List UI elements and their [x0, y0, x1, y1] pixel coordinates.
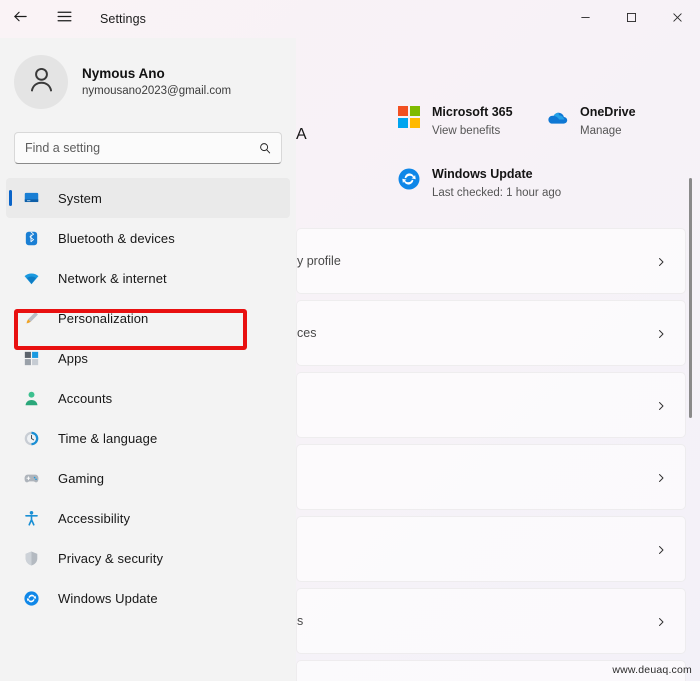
tile-windows-update[interactable]: Windows Update Last checked: 1 hour ago: [396, 166, 561, 201]
sidebar-item-label: System: [58, 190, 102, 206]
accounts-person-icon: [20, 387, 42, 409]
settings-card[interactable]: [296, 372, 686, 438]
card-text-fragment: s: [297, 614, 304, 628]
maximize-icon: [626, 10, 637, 28]
account-name: Nymous Ano: [82, 66, 165, 81]
settings-card[interactable]: y profile: [296, 228, 686, 294]
wifi-icon: [20, 267, 42, 289]
minimize-button[interactable]: [562, 0, 608, 38]
search-icon[interactable]: [258, 141, 272, 155]
search-box[interactable]: [14, 132, 282, 164]
sidebar-item-label: Privacy & security: [58, 550, 164, 566]
system-monitor-icon: [20, 187, 42, 209]
hamburger-menu-icon: [56, 8, 73, 30]
sidebar-nav: System Bluetooth & devices Network & int…: [0, 178, 296, 618]
search-input[interactable]: [15, 133, 281, 163]
settings-card[interactable]: [296, 444, 686, 510]
windows-update-refresh-icon: [396, 166, 422, 192]
sidebar: Nymous Ano nymousano2023@gmail.com Find …: [0, 38, 296, 681]
minimize-icon: [580, 10, 591, 28]
tile-microsoft-365[interactable]: Microsoft 365 View benefits: [396, 104, 513, 139]
tile-title: OneDrive: [580, 105, 636, 119]
sidebar-item-bluetooth-devices[interactable]: Bluetooth & devices: [6, 218, 290, 258]
scrollbar-thumb[interactable]: [689, 178, 692, 418]
sidebar-item-apps[interactable]: Apps: [6, 338, 290, 378]
sidebar-item-label: Network & internet: [58, 270, 167, 286]
account-email: nymousano2023@gmail.com: [82, 85, 232, 97]
title-bar: Settings: [0, 0, 700, 38]
chevron-right-icon: [655, 399, 667, 411]
avatar: [14, 55, 68, 109]
sidebar-item-label: Gaming: [58, 470, 105, 486]
sidebar-item-personalization[interactable]: Personalization: [6, 298, 290, 338]
settings-card[interactable]: [296, 516, 686, 582]
sidebar-item-label: Accessibility: [58, 510, 131, 526]
window-title: Settings: [100, 12, 146, 26]
tile-subtitle: Manage: [580, 125, 622, 137]
close-icon: [672, 10, 683, 28]
chevron-right-icon: [655, 255, 667, 267]
sidebar-item-system[interactable]: System: [6, 178, 290, 218]
sidebar-item-gaming[interactable]: Gaming: [6, 458, 290, 498]
window-controls: [562, 0, 700, 38]
sidebar-item-windows-update[interactable]: Windows Update: [6, 578, 290, 618]
content-area: A Microsoft 365 View benefits OneDrive M…: [296, 38, 700, 681]
bluetooth-icon: [20, 227, 42, 249]
menu-button[interactable]: [44, 0, 84, 38]
account-header[interactable]: Nymous Ano nymousano2023@gmail.com: [0, 48, 296, 110]
tile-subtitle: Last checked: 1 hour ago: [432, 187, 562, 199]
watermark: www.deuaq.com: [612, 664, 692, 676]
gamepad-icon: [20, 467, 42, 489]
device-name-fragment: A: [296, 126, 307, 143]
tile-title: Microsoft 365: [432, 105, 513, 119]
sidebar-item-accounts[interactable]: Accounts: [6, 378, 290, 418]
onedrive-cloud-icon: [544, 104, 570, 130]
chevron-right-icon: [655, 615, 667, 627]
close-button[interactable]: [654, 0, 700, 38]
settings-card-list: y profile ces s: [296, 228, 700, 681]
sidebar-item-label: Apps: [58, 350, 89, 366]
person-avatar-icon: [26, 64, 57, 100]
windows-update-refresh-icon: [20, 587, 42, 609]
settings-window: Settings A Microsoft 365 View benefits O…: [0, 0, 700, 681]
paintbrush-icon: [20, 307, 42, 329]
shield-icon: [20, 547, 42, 569]
sidebar-item-accessibility[interactable]: Accessibility: [6, 498, 290, 538]
settings-card[interactable]: ces: [296, 300, 686, 366]
chevron-right-icon: [655, 327, 667, 339]
chevron-right-icon: [655, 543, 667, 555]
maximize-button[interactable]: [608, 0, 654, 38]
settings-card[interactable]: s: [296, 588, 686, 654]
chevron-right-icon: [655, 471, 667, 483]
sidebar-item-label: Windows Update: [58, 590, 158, 606]
accessibility-person-icon: [20, 507, 42, 529]
clock-icon: [20, 427, 42, 449]
sidebar-item-network-internet[interactable]: Network & internet: [6, 258, 290, 298]
back-arrow-icon: [12, 8, 29, 30]
card-text-fragment: ces: [297, 326, 317, 340]
sidebar-item-label: Personalization: [58, 310, 149, 326]
sidebar-item-privacy-security[interactable]: Privacy & security: [6, 538, 290, 578]
tile-subtitle: View benefits: [432, 125, 501, 137]
tile-onedrive[interactable]: OneDrive Manage: [544, 104, 636, 139]
sidebar-item-label: Time & language: [58, 430, 158, 446]
back-button[interactable]: [0, 0, 40, 38]
tile-title: Windows Update: [432, 167, 533, 181]
sidebar-item-label: Bluetooth & devices: [58, 230, 175, 246]
card-text-fragment: y profile: [297, 254, 341, 268]
content-scrollbar[interactable]: [689, 38, 692, 681]
apps-grid-icon: [20, 347, 42, 369]
sidebar-item-time-language[interactable]: Time & language: [6, 418, 290, 458]
sidebar-item-label: Accounts: [58, 390, 113, 406]
microsoft-logo-icon: [396, 104, 422, 130]
